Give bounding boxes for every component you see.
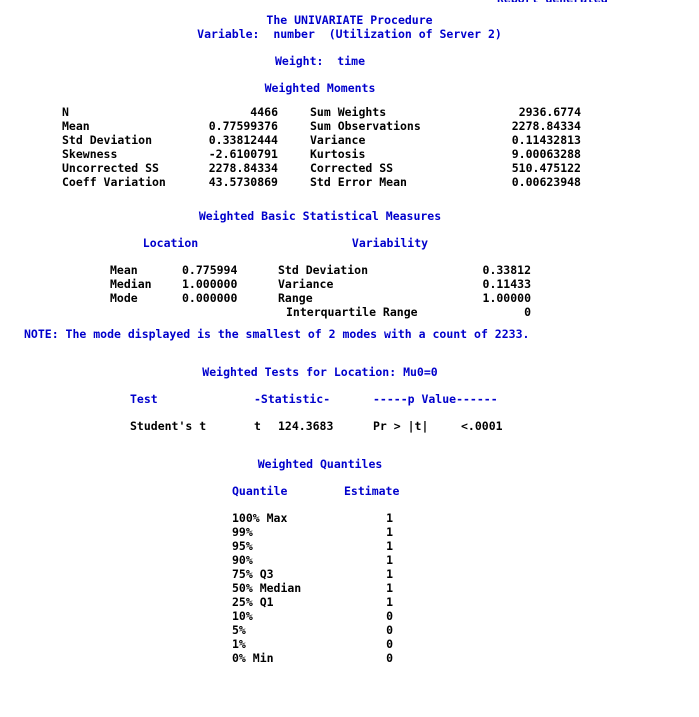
quantile-estimate: 1 [386,539,393,553]
table-row: Mode 0.000000 Range 1.00000 [0,291,699,305]
quantile-estimate: 1 [386,595,393,609]
table-row: 99% 1 [0,525,699,539]
location-value: 1.000000 [182,277,238,291]
tests-title: Weighted Tests for Location: Mu0=0 [202,365,438,379]
quantile-label: 75% Q3 [232,567,274,581]
moment-value-left: -2.6100791 [208,147,278,161]
tests-col-test: Test [130,392,158,406]
test-stat-symbol: t [254,419,261,433]
location-value: 0.000000 [182,291,238,305]
moment-value-right: 9.00063288 [511,147,581,161]
variable-line-row: Variable: number (Utilization of Server … [0,27,699,41]
tests-title-row: Weighted Tests for Location: Mu0=0 [0,365,699,379]
quantile-estimate: 1 [386,525,393,539]
moment-value-left: 0.77599376 [208,119,278,133]
quantiles-col-estimate: Estimate [344,484,400,498]
weighted-moments-title-row: Weighted Moments [0,81,699,95]
quantile-label: 90% [232,553,253,567]
note-text: NOTE: The mode displayed is the smallest… [24,327,530,341]
test-stat-value: 124.3683 [278,419,334,433]
test-p-value: <.0001 [461,419,503,433]
table-row: 50% Median 1 [0,581,699,595]
variability-value: 1.00000 [482,291,531,305]
table-row: 95% 1 [0,539,699,553]
quantile-estimate: 1 [386,567,393,581]
quantile-label: 10% [232,609,253,623]
quantile-estimate: 1 [386,581,393,595]
table-row: 0% Min 0 [0,651,699,665]
variable-line: Variable: number (Utilization of Server … [197,27,502,41]
variability-value: 0 [524,305,531,319]
table-row: Skewness -2.6100791 Kurtosis 9.00063288 [0,147,699,161]
location-heading: Location [142,236,199,250]
sas-output-page: Report generated The UNIVARIATE Procedur… [0,0,699,717]
quantiles-col-quantile: Quantile [232,484,288,498]
table-row: Uncorrected SS 2278.84334 Corrected SS 5… [0,161,699,175]
basic-measures-title: Weighted Basic Statistical Measures [198,209,442,223]
moment-value-left: 4466 [250,105,278,119]
tests-col-pvalue: -----p Value------ [373,392,498,406]
table-row: Std Deviation 0.33812444 Variance 0.1143… [0,133,699,147]
procedure-title: The UNIVARIATE Procedure [266,13,433,27]
quantile-label: 5% [232,623,246,637]
quantile-label: 1% [232,637,246,651]
quantile-label: 0% Min [232,651,274,665]
location-label: Mode [110,291,138,305]
location-value: 0.775994 [182,263,238,277]
quantile-estimate: 0 [386,651,393,665]
moment-value-left: 2278.84334 [208,161,278,175]
table-row: Median 1.000000 Variance 0.11433 [0,277,699,291]
moment-value-right: 510.475122 [511,161,581,175]
test-name: Student's t [130,419,207,433]
variability-heading: Variability [351,236,429,250]
quantile-estimate: 1 [386,553,393,567]
table-row: 5% 0 [0,623,699,637]
quantiles-title: Weighted Quantiles [257,457,383,471]
quantile-label: 100% Max [232,511,288,525]
quantile-label: 50% Median [232,581,302,595]
table-row: Mean 0.77599376 Sum Observations 2278.84… [0,119,699,133]
test-p-label: Pr > |t| [373,419,429,433]
moment-value-right: 2936.6774 [518,105,581,119]
quantile-label: 95% [232,539,253,553]
quantile-label: 99% [232,525,253,539]
table-row: 1% 0 [0,637,699,651]
moment-value-left: 43.5730869 [208,175,278,189]
weight-line: Weight: time [274,54,365,68]
table-row: 90% 1 [0,553,699,567]
note-row: NOTE: The mode displayed is the smallest… [0,327,699,341]
quantiles-title-row: Weighted Quantiles [0,457,699,471]
table-row: 10% 0 [0,609,699,623]
table-row: N 4466 Sum Weights 2936.6774 [0,105,699,119]
variability-value: 0.11433 [482,277,531,291]
quantile-estimate: 0 [386,623,393,637]
table-row: 25% Q1 1 [0,595,699,609]
clipped-header-text: Report generated [497,0,677,2]
variability-value: 0.33812 [482,263,531,277]
tests-header-row: Test -Statistic- -----p Value------ [0,392,699,406]
location-label: Median [110,277,152,291]
quantile-label: 25% Q1 [232,595,274,609]
procedure-title-row: The UNIVARIATE Procedure [0,13,699,27]
weighted-moments-title: Weighted Moments [264,81,376,95]
weight-line-row: Weight: time [0,54,699,68]
quantiles-header-row: Quantile Estimate [0,484,699,498]
quantile-estimate: 1 [386,511,393,525]
table-row: 75% Q3 1 [0,567,699,581]
table-row: 100% Max 1 [0,511,699,525]
basic-measures-title-row: Weighted Basic Statistical Measures [0,209,699,223]
table-row: Student's t t 124.3683 Pr > |t| <.0001 [0,419,699,433]
moment-value-right: 0.00623948 [511,175,581,189]
quantile-estimate: 0 [386,609,393,623]
table-row: Mean 0.775994 Std Deviation 0.33812 [0,263,699,277]
moment-value-left: 0.33812444 [208,133,278,147]
location-label: Mean [110,263,138,277]
table-row: Interquartile Range 0 [0,305,699,319]
quantile-estimate: 0 [386,637,393,651]
tests-col-statistic: -Statistic- [254,392,331,406]
moment-value-right: 0.11432813 [511,133,581,147]
basic-measures-heading-row: Location Variability [0,236,699,250]
moment-value-right: 2278.84334 [511,119,581,133]
table-row: Coeff Variation 43.5730869 Std Error Mea… [0,175,699,189]
